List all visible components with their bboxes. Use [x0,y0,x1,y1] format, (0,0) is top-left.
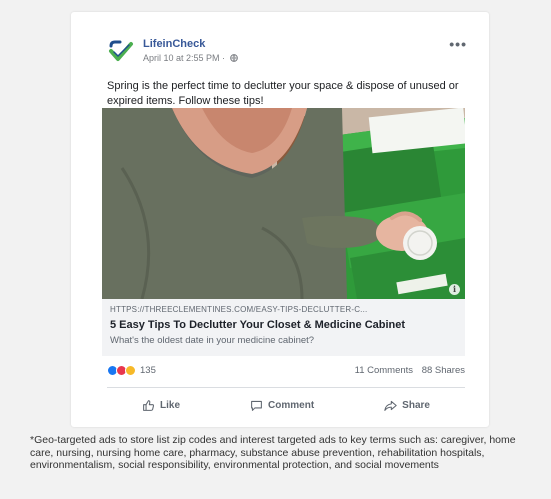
share-button[interactable]: Share [384,399,430,412]
reaction-count: 135 [140,365,156,376]
post-header: LifeinCheck April 10 at 2:55 PM · ••• [107,36,467,68]
comments-shares: 11 Comments 88 Shares [355,365,465,376]
link-url: HTTPS://THREECLEMENTINES.COM/EASY-TIPS-D… [110,305,368,314]
thumbs-up-icon [143,399,155,411]
facebook-post-card: LifeinCheck April 10 at 2:55 PM · ••• Sp… [71,12,489,427]
comment-button[interactable]: Comment [250,399,314,412]
post-text: Spring is the perfect time to declutter … [107,80,459,107]
post-timestamp[interactable]: April 10 at 2:55 PM · [143,53,225,63]
globe-icon [229,54,238,62]
comments-count[interactable]: 11 Comments [355,365,413,376]
lifeincheck-logo[interactable] [107,38,135,66]
footnote-text: *Geo-targeted ads to store list zip code… [30,434,516,471]
share-label: Share [402,399,430,411]
comment-icon [251,400,262,411]
post-meta: April 10 at 2:55 PM · [143,53,238,63]
share-icon [384,400,397,411]
shares-count[interactable]: 88 Shares [422,365,465,376]
link-title[interactable]: 5 Easy Tips To Declutter Your Closet & M… [110,319,457,331]
like-label: Like [160,399,181,411]
engagement-stats: 135 11 Comments 88 Shares [107,364,465,380]
post-image[interactable]: i [102,108,465,299]
link-preview[interactable]: HTTPS://THREECLEMENTINES.COM/EASY-TIPS-D… [102,299,465,356]
post-photo-illustration [102,108,465,299]
like-button[interactable]: Like [142,399,180,412]
page-name-link[interactable]: LifeinCheck [143,38,205,50]
comment-label: Comment [268,399,315,411]
post-actions: Like Comment Share [107,393,465,417]
more-options-icon[interactable]: ••• [449,36,467,52]
link-description: What's the oldest date in your medicine … [110,335,315,346]
divider [107,387,465,388]
wow-reaction-icon [125,365,136,376]
reactions-summary[interactable]: 135 [107,365,156,376]
info-icon[interactable]: i [449,284,460,295]
